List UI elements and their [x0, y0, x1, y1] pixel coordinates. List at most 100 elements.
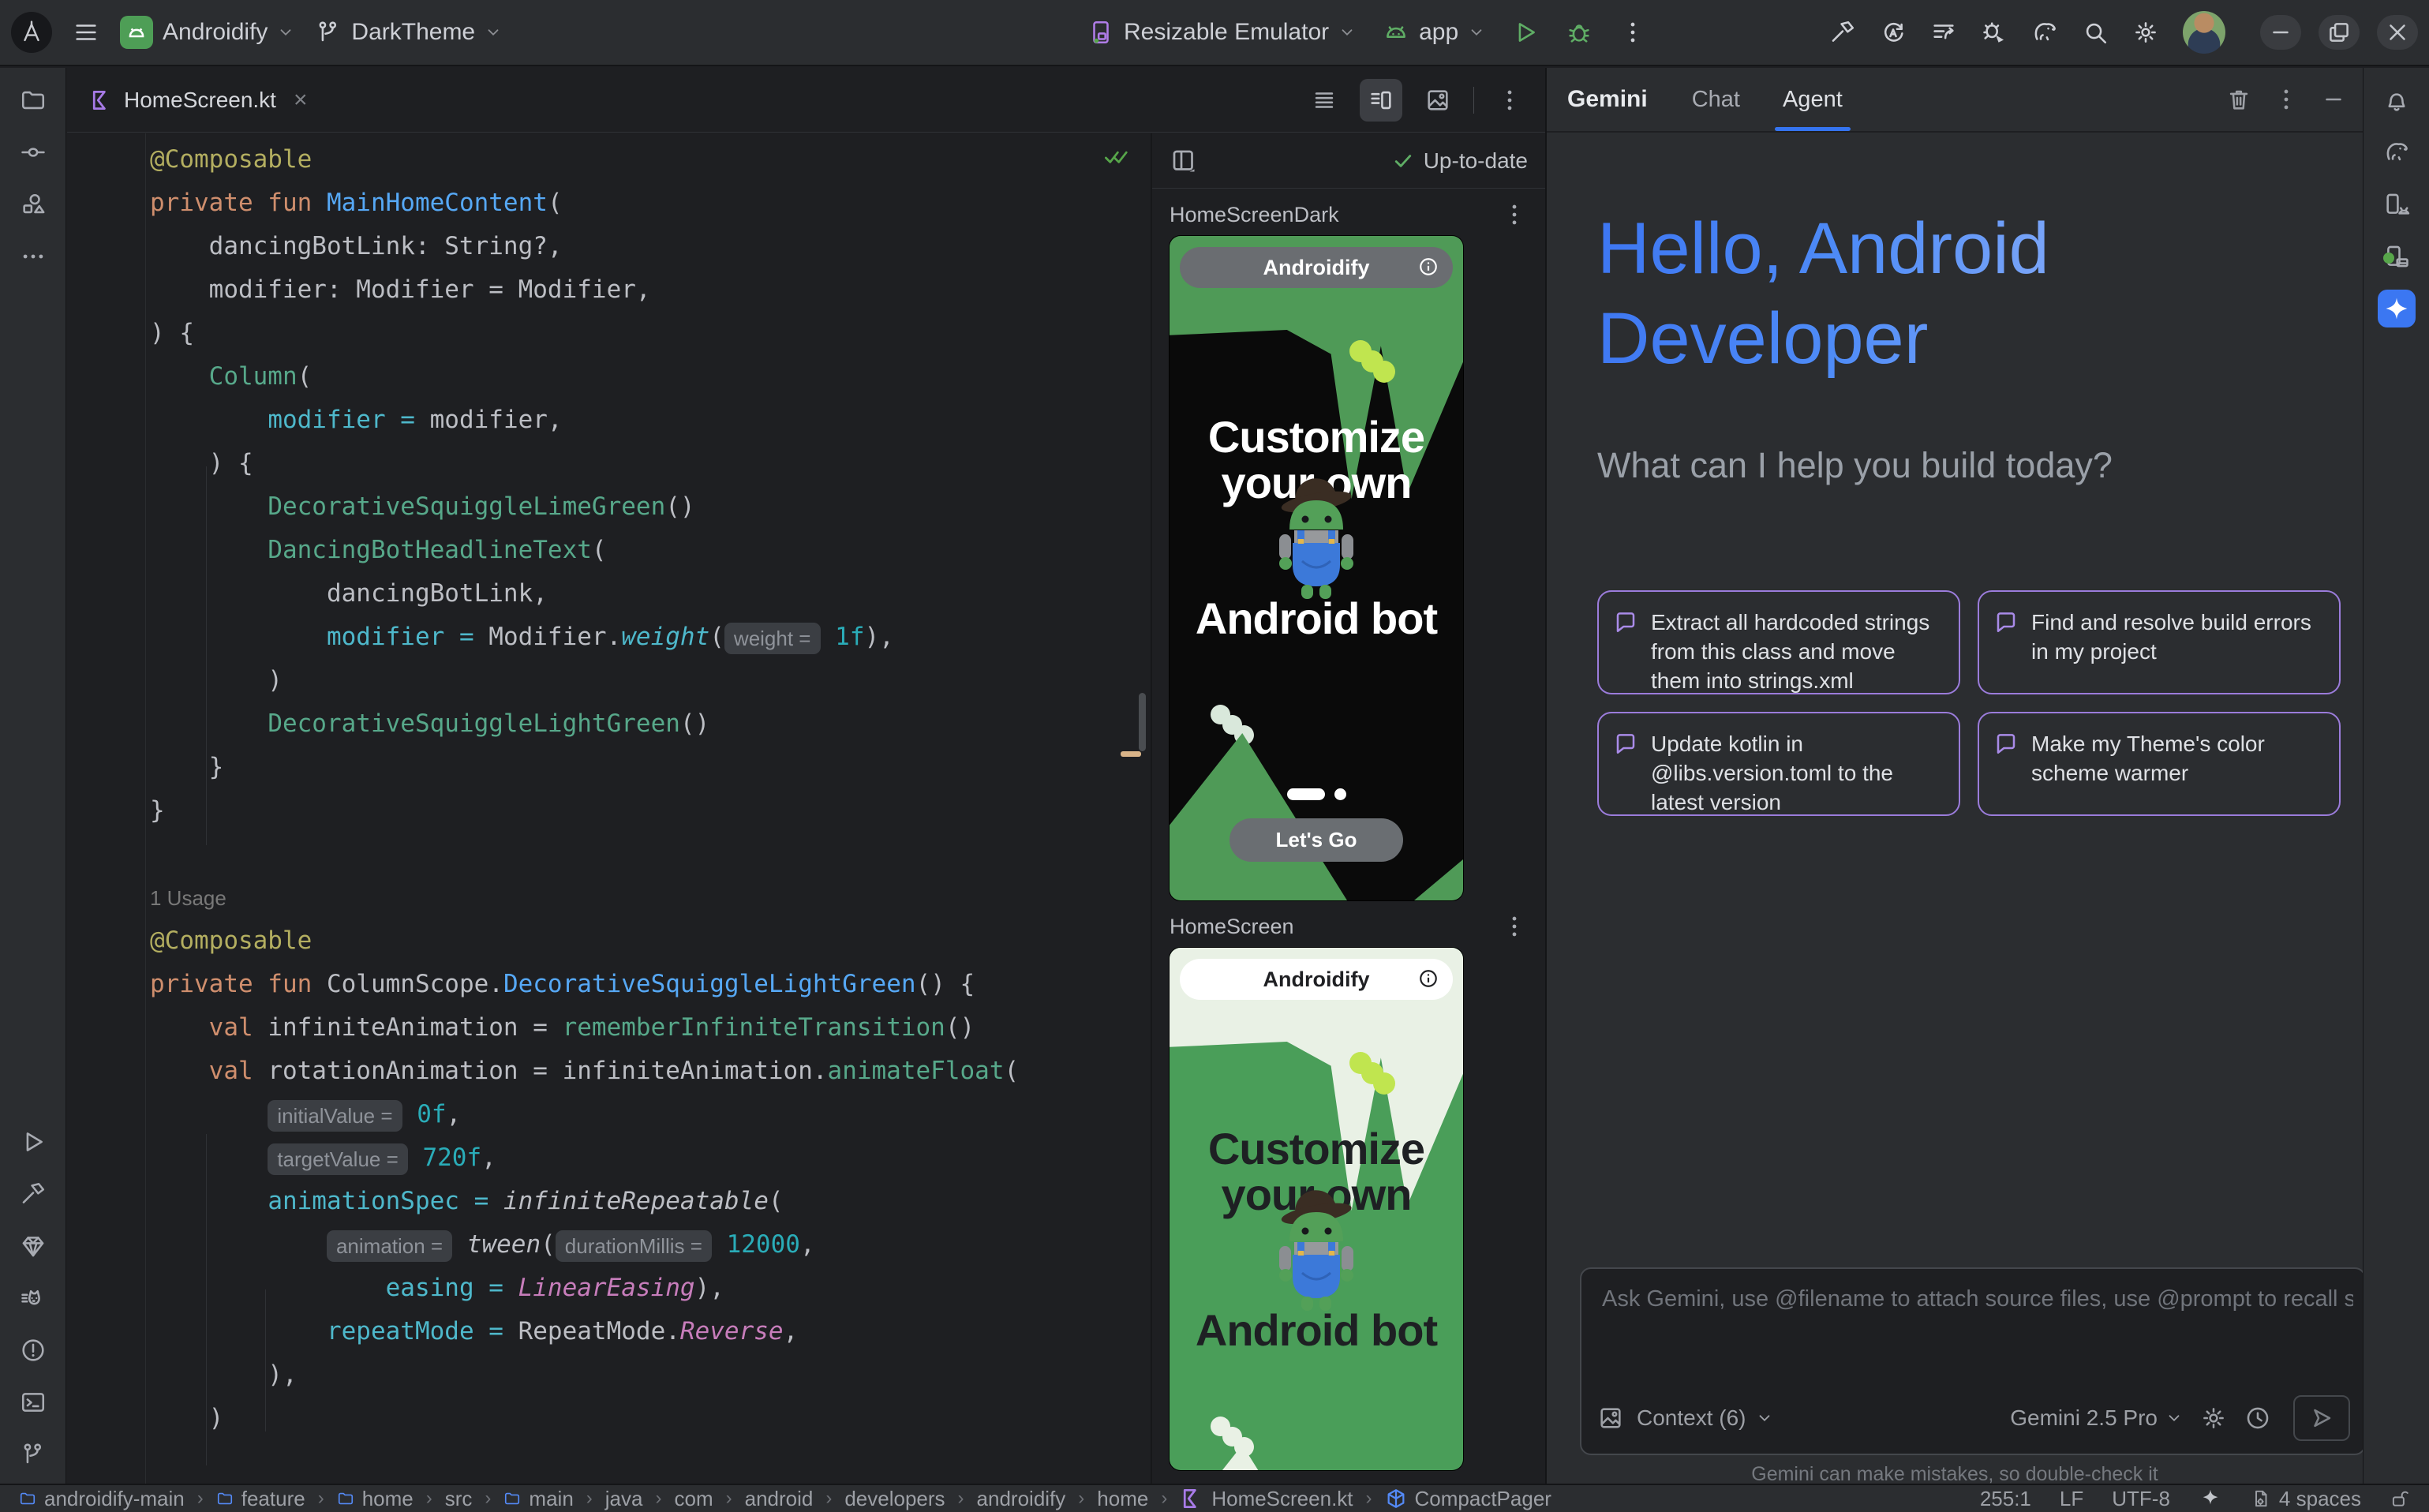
prompt-history-button[interactable]: [2244, 1405, 2271, 1432]
inspection-status-icon[interactable]: [1103, 146, 1130, 170]
suggestion-card-1[interactable]: Extract all hardcoded strings from this …: [1597, 590, 1960, 694]
sidebar-item-version-control[interactable]: [0, 1428, 66, 1480]
search-everywhere-button[interactable]: [2082, 19, 2109, 46]
branch-name: DarkTheme: [351, 19, 475, 46]
run-config-selector[interactable]: app: [1383, 19, 1485, 46]
preview-kebab-icon[interactable]: [1501, 201, 1528, 228]
gemini-spark[interactable]: [2199, 1487, 2222, 1510]
breadcrumb-item[interactable]: HomeScreen.kt: [1180, 1487, 1353, 1511]
breadcrumb-item[interactable]: androidify: [977, 1487, 1066, 1511]
gemini-prompt-input[interactable]: Ask Gemini, use @filename to attach sour…: [1580, 1267, 2366, 1455]
sidebar-item-more-tools[interactable]: [0, 230, 66, 283]
code-line: ): [150, 1397, 1127, 1440]
branch-selector[interactable]: DarkTheme: [315, 19, 502, 46]
send-button[interactable]: [2293, 1395, 2350, 1441]
editor-more-button[interactable]: [1488, 79, 1531, 122]
build-hammer-button[interactable]: [1829, 19, 1856, 46]
sidebar-item-gradle[interactable]: [2364, 126, 2429, 178]
breadcrumb-item[interactable]: home: [1097, 1487, 1148, 1511]
profiler-button[interactable]: [1930, 19, 1957, 46]
terminal-icon: [20, 1389, 47, 1416]
tab-close-icon[interactable]: ×: [294, 87, 308, 114]
sidebar-item-run[interactable]: [0, 1116, 66, 1168]
sidebar-item-resource-manager[interactable]: [0, 178, 66, 230]
sidebar-item-gemini[interactable]: [2364, 283, 2429, 335]
breadcrumb-item[interactable]: CompactPager: [1385, 1487, 1551, 1511]
breadcrumb-item[interactable]: android: [745, 1487, 814, 1511]
preview-homescreen-phone[interactable]: Androidify Customize your own Android bo…: [1170, 948, 1463, 1470]
caret-position[interactable]: 255:1: [1980, 1487, 2031, 1511]
context-selector[interactable]: Context (6): [1637, 1405, 1773, 1431]
preview-layout-button[interactable]: [1170, 147, 1198, 175]
code-editor[interactable]: @Composableprivate fun MainHomeContent( …: [67, 133, 1151, 1484]
project-selector[interactable]: Androidify: [120, 16, 294, 49]
run-config-name: app: [1419, 19, 1458, 46]
breadcrumb-item[interactable]: home: [337, 1487, 414, 1511]
code-line: ) {: [150, 312, 1127, 355]
split-view[interactable]: [1360, 79, 1402, 122]
clear-chat-button[interactable]: [2225, 86, 2252, 113]
preview-title-homescreen: HomeScreen: [1170, 915, 1294, 939]
emulator-device-icon: [1087, 19, 1114, 46]
window-minimize-button[interactable]: [2260, 15, 2301, 50]
sidebar-item-device-manager[interactable]: [2364, 178, 2429, 230]
suggestion-card-3[interactable]: Update kotlin in @libs.version.toml to t…: [1597, 712, 1960, 816]
suggestion-card-4[interactable]: Make my Theme's color scheme warmer: [1978, 712, 2341, 816]
sync-button[interactable]: [1880, 19, 1907, 46]
run-button[interactable]: [1512, 19, 1539, 46]
gemini-hide-button[interactable]: [2320, 86, 2347, 113]
tab-label: HomeScreen.kt: [124, 88, 276, 113]
sidebar-item-running-devices[interactable]: [2364, 230, 2429, 283]
user-avatar[interactable]: [2183, 11, 2225, 54]
breadcrumb-item[interactable]: feature: [216, 1487, 305, 1511]
toolbar-more-button[interactable]: [1619, 19, 1646, 46]
line-ending[interactable]: LF: [2060, 1487, 2083, 1511]
check-icon: [1392, 150, 1414, 172]
editor-scrollbar[interactable]: [1139, 693, 1146, 751]
preview-homescreendark-phone[interactable]: Androidify Customize your own Android bo…: [1170, 236, 1463, 900]
preview-only-view[interactable]: [1417, 79, 1459, 122]
tab-chat[interactable]: Chat: [1692, 68, 1740, 131]
indent-config[interactable]: 4 spaces: [2251, 1487, 2361, 1511]
gemini-more-button[interactable]: [2273, 86, 2300, 113]
online-dot: [2383, 253, 2394, 264]
attach-debugger-button[interactable]: [1981, 19, 2008, 46]
sidebar-item-notifications-bell[interactable]: [2364, 74, 2429, 126]
window-close-button[interactable]: [2377, 15, 2418, 50]
sidebar-item-logcat[interactable]: [0, 1272, 66, 1324]
suggestion-card-2[interactable]: Find and resolve build errors in my proj…: [1978, 590, 2341, 694]
code-line: DecorativeSquiggleLightGreen(): [150, 702, 1127, 746]
debug-button[interactable]: [1566, 19, 1593, 46]
gradle-sync-button[interactable]: [2031, 19, 2058, 46]
code-line: animation = tween(durationMillis = 12000…: [150, 1223, 1127, 1267]
breadcrumb-item[interactable]: java: [605, 1487, 643, 1511]
breadcrumb-item[interactable]: com: [674, 1487, 713, 1511]
breadcrumb-item[interactable]: main: [503, 1487, 573, 1511]
tab-agent[interactable]: Agent: [1783, 68, 1843, 131]
device-selector[interactable]: Resizable Emulator: [1087, 19, 1356, 46]
settings-gear-button[interactable]: [2132, 19, 2159, 46]
editor-only-view[interactable]: [1303, 79, 1345, 122]
model-selector[interactable]: Gemini 2.5 Pro: [2010, 1405, 2183, 1431]
sidebar-item-build[interactable]: [0, 1168, 66, 1220]
editor-tab-homescreen[interactable]: HomeScreen.kt ×: [67, 68, 328, 132]
window-restore-button[interactable]: [2319, 15, 2360, 50]
attach-image-icon[interactable]: [1597, 1405, 1624, 1432]
sidebar-item-terminal[interactable]: [0, 1376, 66, 1428]
code-line: 1 Usage: [150, 876, 1127, 919]
lets-go-button[interactable]: Let's Go: [1229, 818, 1403, 862]
breadcrumb-item[interactable]: androidify-main: [19, 1487, 185, 1511]
sidebar-item-app-quality-insights[interactable]: [0, 1220, 66, 1272]
main-menu-button[interactable]: [73, 19, 99, 46]
sidebar-item-problems[interactable]: [0, 1324, 66, 1376]
sidebar-item-commit[interactable]: [0, 126, 66, 178]
sync-icon: [1880, 19, 1907, 46]
encoding[interactable]: UTF-8: [2112, 1487, 2170, 1511]
preview-kebab-icon[interactable]: [1501, 913, 1528, 940]
file-lock[interactable]: [2390, 1488, 2410, 1509]
sidebar-item-project-folder[interactable]: [0, 74, 66, 126]
prompt-settings-button[interactable]: [2200, 1405, 2227, 1432]
spark-icon: [2199, 1487, 2222, 1510]
breadcrumb-item[interactable]: src: [445, 1487, 473, 1511]
breadcrumb-item[interactable]: developers: [844, 1487, 945, 1511]
